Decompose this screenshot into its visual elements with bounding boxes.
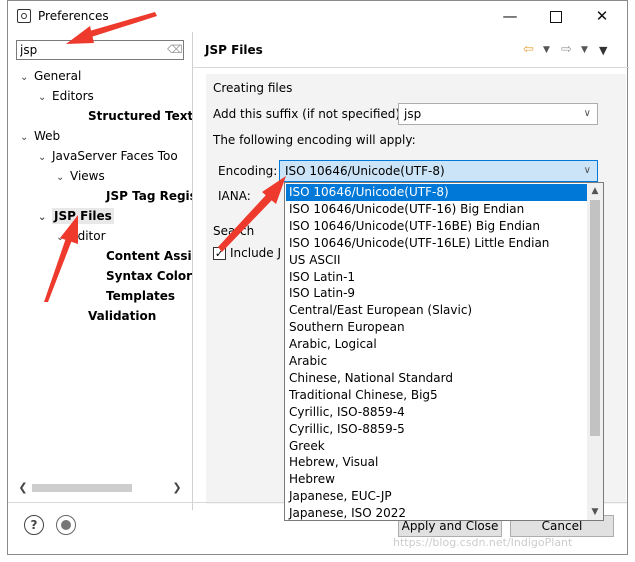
tree-expand-chevron-icon[interactable]: ⌄ — [20, 128, 34, 148]
tree-horizontal-scrollbar[interactable]: ❮ ❯ — [16, 480, 184, 496]
scroll-up-icon[interactable]: ▲ — [587, 183, 603, 199]
forward-arrow-icon[interactable]: ⇨ — [561, 42, 572, 57]
import-export-icon[interactable] — [56, 515, 76, 535]
maximize-button[interactable] — [533, 5, 579, 27]
chevron-down-icon: ∨ — [583, 165, 591, 176]
encoding-option[interactable]: Arabic, Logical — [286, 336, 587, 353]
include-checkbox[interactable]: ✓ — [213, 247, 226, 260]
watermark: https://blog.csdn.net/IndigoPlant — [393, 536, 573, 549]
tree-item[interactable]: ⌄ Editors — [38, 86, 94, 106]
encoding-option[interactable]: Traditional Chinese, Big5 — [286, 387, 587, 404]
encoding-option[interactable]: ISO 10646/Unicode(UTF-16BE) Big Endian — [286, 218, 587, 235]
encoding-label: Encoding: — [218, 164, 278, 178]
tree-expand-chevron-icon[interactable]: ⌄ — [38, 148, 52, 168]
encoding-option[interactable]: ISO 10646/Unicode(UTF-8) — [286, 184, 587, 201]
forward-menu-chevron-icon[interactable]: ▼ — [581, 45, 588, 55]
close-button[interactable]: ✕ — [579, 5, 625, 27]
encoding-option[interactable]: Hebrew — [286, 471, 587, 488]
search-group-label: Search — [213, 224, 255, 238]
scroll-left-icon[interactable]: ❮ — [16, 480, 30, 496]
tree-item-label: Validation — [88, 309, 157, 323]
view-menu-icon[interactable]: ▼ — [599, 44, 607, 57]
tree-item-label: General — [34, 69, 82, 83]
chevron-down-icon: ∨ — [583, 108, 591, 119]
tree-item-label: Editors — [52, 89, 94, 103]
encoding-option[interactable]: Chinese, National Standard — [286, 370, 587, 387]
filter-field[interactable]: ⌫ — [16, 40, 184, 60]
tree-expand-chevron-icon[interactable]: ⌄ — [38, 88, 52, 108]
encoding-option[interactable]: Cyrillic, ISO-8859-4 — [286, 404, 587, 421]
page-title: JSP Files — [205, 43, 263, 57]
tree-item[interactable]: ⌄ Web — [20, 126, 60, 146]
tree-expand-chevron-icon[interactable]: ⌄ — [38, 208, 52, 228]
encoding-select[interactable]: ISO 10646/Unicode(UTF-8) ∨ — [279, 160, 598, 182]
tree-item[interactable]: Structured Text E — [74, 106, 192, 126]
tree-item-label: Content Assis — [106, 249, 192, 263]
preferences-left-pane: ⌫ ⌄General⌄EditorsStructured Text E⌄Web⌄… — [8, 32, 192, 502]
tree-expand-chevron-icon[interactable]: ⌄ — [56, 168, 70, 188]
back-arrow-icon[interactable]: ⇦ — [523, 42, 534, 57]
dropdown-vertical-scrollbar[interactable]: ▲ ▼ — [587, 183, 603, 520]
iana-label: IANA: — [218, 189, 251, 203]
minimize-button[interactable]: — — [487, 5, 533, 27]
encoding-option[interactable]: ISO Latin-1 — [286, 269, 587, 286]
suffix-select[interactable]: jsp ∨ — [398, 103, 598, 125]
encoding-option[interactable]: ISO 10646/Unicode(UTF-16) Big Endian — [286, 201, 587, 218]
tree-item[interactable]: Templates — [92, 286, 175, 306]
eclipse-app-icon — [17, 9, 31, 23]
creating-files-group-label: Creating files — [213, 81, 293, 95]
tree-item-label: JSP Tag Regis — [106, 189, 192, 203]
scroll-thumb[interactable] — [590, 200, 600, 436]
tree-item-label: JavaServer Faces Too — [52, 149, 178, 163]
header-separator — [193, 67, 629, 68]
encoding-option[interactable]: ISO 10646/Unicode(UTF-16LE) Little Endia… — [286, 235, 587, 252]
scroll-thumb[interactable] — [32, 484, 132, 492]
tree-item[interactable]: ⌄ Views — [56, 166, 105, 186]
suffix-label: Add this suffix (if not specified): — [213, 107, 405, 121]
back-menu-chevron-icon[interactable]: ▼ — [543, 45, 550, 55]
scroll-down-icon[interactable]: ▼ — [587, 504, 603, 520]
encoding-option[interactable]: Arabic — [286, 353, 587, 370]
encoding-option[interactable]: Central/East European (Slavic) — [286, 302, 587, 319]
filter-input[interactable] — [20, 42, 160, 58]
tree-item[interactable]: Content Assis — [92, 246, 192, 266]
tree-item-label: Templates — [106, 289, 176, 303]
encoding-option[interactable]: Southern European — [286, 319, 587, 336]
suffix-value: jsp — [404, 107, 422, 121]
tree-item[interactable]: ⌄ JavaServer Faces Too — [38, 146, 178, 166]
help-icon[interactable]: ? — [24, 515, 44, 535]
tree-item-label: Syntax Colorin — [106, 269, 192, 283]
tree-item[interactable]: Syntax Colorin — [92, 266, 192, 286]
encoding-value: ISO 10646/Unicode(UTF-8) — [285, 164, 445, 178]
maximize-icon — [550, 10, 562, 23]
encoding-option[interactable]: Japanese, ISO 2022 — [286, 505, 587, 520]
encoding-info-label: The following encoding will apply: — [213, 133, 416, 147]
encoding-option[interactable]: ISO Latin-9 — [286, 285, 587, 302]
window-title: Preferences — [38, 9, 109, 23]
tree-expand-chevron-icon[interactable]: ⌄ — [20, 68, 34, 88]
encoding-option[interactable]: Hebrew, Visual — [286, 454, 587, 471]
include-label: Include J — [230, 246, 282, 260]
encoding-option[interactable]: US ASCII — [286, 252, 587, 269]
tree-item[interactable]: ⌄ JSP Files — [38, 206, 114, 226]
encoding-dropdown-list[interactable]: Japanese, ISO 2022 Japanese, EUC-JP Hebrew… — [284, 182, 604, 521]
tree-item-label: Editor — [70, 229, 106, 243]
tree-item[interactable]: ⌄ General — [20, 66, 81, 86]
tree-item-label: JSP Files — [52, 208, 114, 224]
preference-tree: ⌄General⌄EditorsStructured Text E⌄Web⌄Ja… — [8, 66, 192, 476]
tree-item-label: Web — [34, 129, 61, 143]
title-bar: Preferences — ✕ — [8, 1, 627, 32]
scroll-right-icon[interactable]: ❯ — [170, 480, 184, 496]
tree-item-label: Structured Text E — [88, 109, 192, 123]
tree-item[interactable]: ⌄ Editor — [56, 226, 106, 246]
encoding-option[interactable]: Greek — [286, 438, 587, 455]
tree-item-label: Views — [70, 169, 105, 183]
history-nav: ⇦ ▼ ⇨ ▼ ▼ — [523, 42, 623, 60]
tree-item[interactable]: Validation — [74, 306, 156, 326]
tree-item[interactable]: JSP Tag Regis — [92, 186, 192, 206]
encoding-option[interactable]: Cyrillic, ISO-8859-5 — [286, 421, 587, 438]
clear-filter-icon[interactable]: ⌫ — [167, 43, 183, 57]
encoding-option[interactable]: Japanese, EUC-JP — [286, 488, 587, 505]
tree-expand-chevron-icon[interactable]: ⌄ — [56, 228, 70, 248]
